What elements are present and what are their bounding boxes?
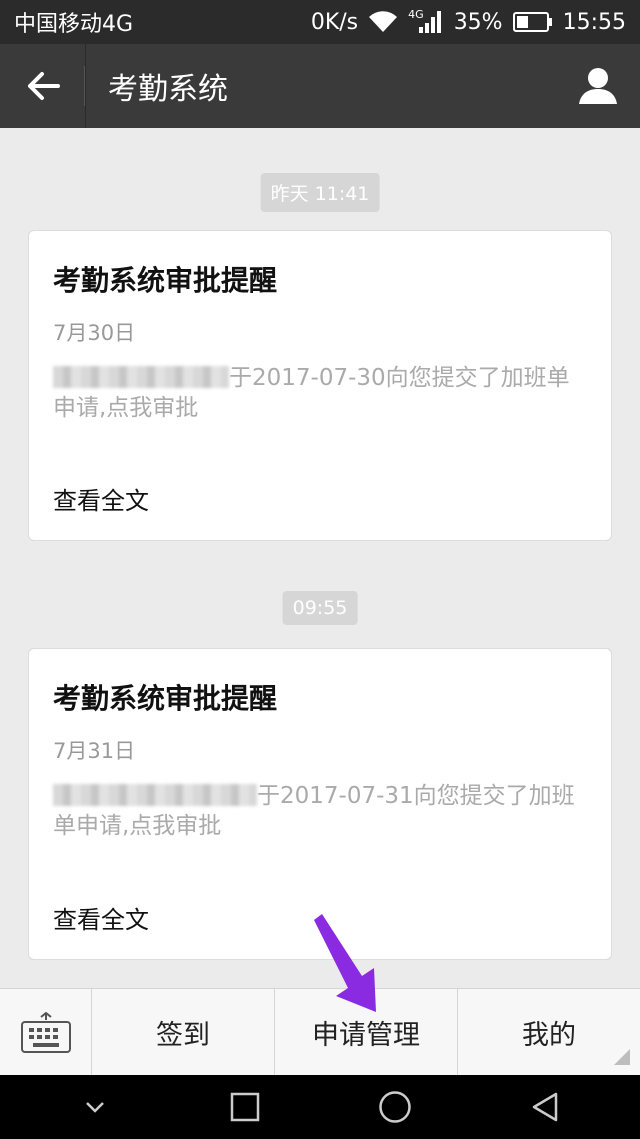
card-date: 7月31日 (53, 739, 136, 763)
signal-icon: 4G (408, 7, 444, 33)
nav-home-button[interactable] (350, 1075, 440, 1139)
card-body-line1: 于2017-07-30向您提交了加班单 (229, 365, 570, 391)
circle-icon (379, 1091, 411, 1123)
card-date: 7月30日 (53, 321, 136, 345)
menu-item-checkin[interactable]: 签到 (92, 989, 275, 1075)
card-body-line1: 于2017-07-31向您提交了加班 (257, 783, 575, 809)
network-speed: 0K/s (310, 9, 359, 35)
keyboard-toggle-button[interactable] (0, 989, 92, 1076)
triangle-back-icon (532, 1092, 558, 1122)
carrier-label: 中国移动4G (14, 12, 134, 37)
submenu-indicator-icon (614, 1049, 630, 1065)
menu-item-mine[interactable]: 我的 (458, 989, 640, 1075)
nav-recents-button[interactable] (200, 1075, 290, 1139)
card-title: 考勤系统审批提醒 (53, 682, 278, 715)
square-icon (230, 1092, 260, 1122)
redacted-name (53, 366, 229, 388)
read-full-link[interactable]: 查看全文 (53, 481, 149, 516)
message-timestamp: 昨天 11:41 (260, 173, 380, 212)
wifi-icon (368, 11, 398, 33)
back-button[interactable] (0, 44, 86, 128)
bottom-menu: 签到 申请管理 我的 (0, 988, 640, 1076)
message-list[interactable]: 昨天 11:41 考勤系统审批提醒 7月30日 于2017-07-30向您提交了… (0, 128, 640, 988)
status-bar: 中国移动4G 0K/s 4G 35% 15:55 (0, 0, 640, 44)
redacted-name (53, 784, 257, 806)
menu-item-application-management[interactable]: 申请管理 (275, 989, 458, 1075)
clock: 15:55 (562, 9, 626, 35)
network-type-label: 4G (408, 7, 424, 21)
message-timestamp: 09:55 (282, 591, 358, 625)
card-body-line2: 单申请,点我审批 (53, 813, 222, 839)
page-title: 考勤系统 (108, 72, 228, 107)
card-body-line2: 申请,点我审批 (53, 395, 199, 421)
card-body: 于2017-07-31向您提交了加班 单申请,点我审批 (53, 781, 587, 841)
battery-percent: 35% (453, 9, 503, 35)
keyboard-icon (20, 1011, 71, 1053)
message-card[interactable]: 考勤系统审批提醒 7月31日 于2017-07-31向您提交了加班 单申请,点我… (28, 648, 612, 960)
profile-button[interactable] (556, 44, 640, 128)
nav-collapse-button[interactable] (50, 1075, 140, 1139)
arrow-left-icon (27, 72, 60, 100)
nav-back-button[interactable] (500, 1075, 590, 1139)
title-bar: 考勤系统 (0, 44, 640, 128)
message-card[interactable]: 考勤系统审批提醒 7月30日 于2017-07-30向您提交了加班单 申请,点我… (28, 230, 612, 541)
menu-item-label: 申请管理 (312, 1019, 420, 1051)
menu-item-label: 签到 (156, 1019, 210, 1051)
read-full-link[interactable]: 查看全文 (53, 900, 149, 935)
system-nav-bar (0, 1075, 640, 1139)
chevron-down-icon (86, 1102, 104, 1113)
menu-item-label: 我的 (522, 1019, 576, 1051)
card-body: 于2017-07-30向您提交了加班单 申请,点我审批 (53, 363, 587, 423)
battery-icon (512, 11, 553, 33)
card-title: 考勤系统审批提醒 (53, 264, 278, 297)
user-icon (579, 68, 617, 104)
